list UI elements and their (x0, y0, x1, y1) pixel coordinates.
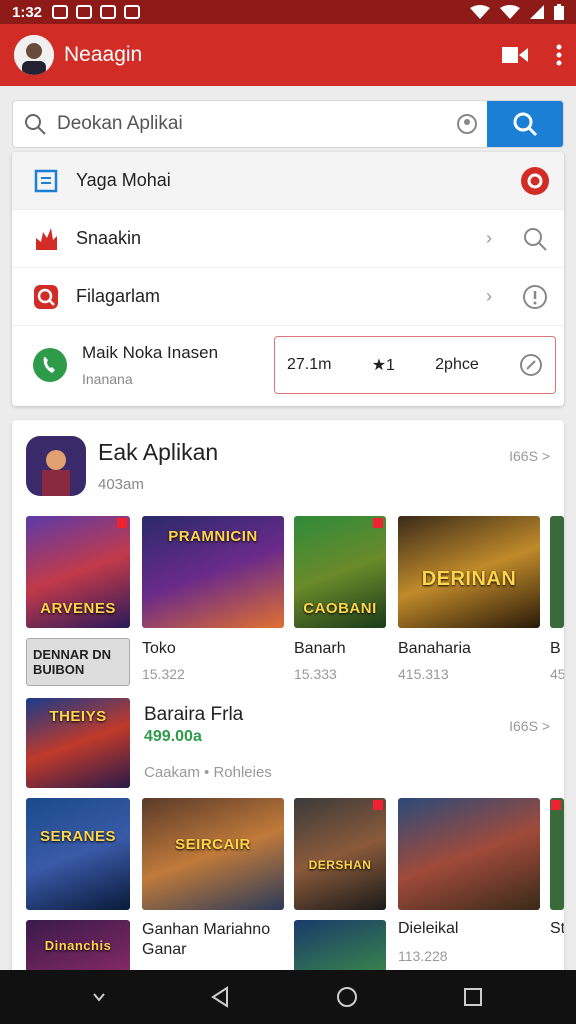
info-icon[interactable] (518, 284, 552, 310)
game-thumbnail[interactable]: SEIRCAIR (142, 798, 284, 910)
featured-title[interactable]: Baraira Frla (144, 704, 243, 726)
game-thumbnail-caption: DERINAN (421, 568, 517, 590)
back-icon[interactable] (209, 986, 231, 1008)
callout-rating: ★1 (371, 357, 395, 374)
search-icon (513, 112, 538, 137)
game-thumbnail-caption: PRAMNICIN (168, 528, 258, 545)
game-thumbnail[interactable] (550, 516, 564, 628)
alert-badge-icon (518, 165, 552, 197)
section-title: Eak Aplikan (98, 439, 219, 465)
game-value: 15.322 (142, 666, 185, 682)
rating-callout[interactable]: 27.1m ★1 2phce (274, 336, 556, 394)
menu-card: Yaga Mohai Snaakin › Filagarlam › Maik N… (12, 152, 564, 406)
game-value: 45 (550, 666, 564, 682)
game-thumbnail[interactable]: CAOBANI (294, 516, 386, 628)
game-value: 113.228 (398, 948, 448, 964)
menu-item-label: Snaakin (76, 228, 142, 248)
badge-flag (551, 800, 561, 810)
badge-flag (117, 518, 127, 528)
game-thumbnail[interactable]: PRAMNICIN (142, 516, 284, 628)
search-input[interactable] (57, 113, 447, 135)
game-thumbnail-caption: DERSHAN (308, 858, 372, 872)
game-thumbnail[interactable]: ARVENES (26, 516, 130, 628)
menu-item-subtitle: Inanana (82, 371, 133, 387)
home-icon[interactable] (335, 985, 359, 1009)
notification-icon (100, 5, 117, 19)
chevron-down-icon[interactable] (92, 992, 106, 1002)
search-bar (12, 100, 564, 148)
search-button[interactable] (487, 101, 563, 147)
game-title[interactable]: Dieleikal (398, 920, 458, 938)
search-icon[interactable] (518, 227, 552, 251)
game-thumbnail-caption: Dinanchis (44, 938, 112, 953)
game-thumbnail-caption: CAOBANI (303, 600, 377, 617)
game-title[interactable]: B (550, 640, 561, 658)
signal-icon (530, 5, 544, 19)
see-more-link[interactable]: I66S > (509, 718, 550, 734)
menu-item-label: Filagarlam (76, 286, 161, 306)
status-time: 1:32 (12, 3, 43, 21)
more-vert-icon[interactable] (556, 44, 562, 66)
featured-price: 499.00a (144, 728, 202, 745)
featured-caption: THEIYS (49, 708, 107, 725)
menu-item[interactable]: Yaga Mohai (12, 152, 564, 210)
menu-item[interactable]: Snaakin › (12, 210, 564, 268)
game-title[interactable]: Banaharia (398, 640, 471, 658)
featured-thumbnail[interactable]: THEIYS (26, 698, 130, 788)
game-thumbnail[interactable]: SERANES (26, 798, 130, 910)
menu-item[interactable]: Filagarlam › (12, 268, 564, 326)
search-badge-icon (32, 283, 60, 311)
apps-section: Eak Aplikan 403am I66S > ARVENES PRAMNIC… (12, 420, 564, 980)
menu-item-label: Maik Noka Inasen (82, 343, 219, 362)
battery-icon (554, 4, 564, 20)
game-value: 415.313 (398, 666, 449, 682)
compass-icon (519, 354, 542, 376)
game-title[interactable]: Ganhan Mariahno Ganar (142, 920, 282, 960)
recents-icon[interactable] (462, 986, 484, 1008)
chevron-right-icon: › (486, 286, 492, 306)
notification-icon (52, 5, 69, 19)
status-bar: 1:32 (0, 0, 576, 24)
featured-tags: Caakam • Rohleies (144, 764, 272, 781)
side-banner[interactable]: DENNAR DN BUIBON (26, 638, 130, 686)
phone-icon (32, 347, 68, 383)
wifi-icon (470, 5, 490, 19)
game-thumbnail-caption: ARVENES (40, 600, 116, 617)
section-subtitle: 403am (98, 476, 144, 493)
voice-search-icon[interactable] (447, 112, 487, 136)
badge-flag (373, 518, 383, 528)
document-icon (32, 167, 60, 195)
game-thumbnail[interactable] (550, 798, 564, 910)
menu-item-label: Yaga Mohai (76, 170, 171, 190)
game-thumbnail[interactable]: DERSHAN (294, 798, 386, 910)
fire-icon (32, 225, 60, 253)
search-icon (13, 113, 57, 135)
see-more-link[interactable]: I66S > (509, 448, 550, 464)
menu-item[interactable]: Maik Noka Inasen Inanana 27.1m ★1 2phce (12, 326, 564, 404)
game-title[interactable]: Banarh (294, 640, 346, 658)
game-thumbnail[interactable]: DERINAN (398, 516, 540, 628)
callout-price: 2phce (435, 356, 479, 373)
chevron-right-icon: › (486, 228, 492, 248)
badge-flag (373, 800, 383, 810)
app-icon[interactable] (26, 436, 86, 496)
side-banner-text: DENNAR DN BUIBON (33, 647, 111, 677)
video-icon[interactable] (502, 45, 528, 65)
game-value: 15.333 (294, 666, 337, 682)
game-thumbnail-caption: SEIRCAIR (175, 836, 251, 853)
callout-size: 27.1m (287, 356, 332, 373)
game-thumbnail-caption: SERANES (39, 828, 117, 845)
app-bar: Neaagin (0, 24, 576, 86)
game-title[interactable]: St (550, 920, 564, 938)
game-title[interactable]: Toko (142, 640, 176, 658)
system-nav-bar (0, 970, 576, 1024)
wifi-icon (500, 5, 520, 19)
game-thumbnail[interactable] (398, 798, 540, 910)
avatar[interactable] (14, 35, 54, 75)
notification-icon (124, 5, 141, 19)
notification-icon (76, 5, 93, 19)
app-title: Neaagin (64, 43, 143, 66)
